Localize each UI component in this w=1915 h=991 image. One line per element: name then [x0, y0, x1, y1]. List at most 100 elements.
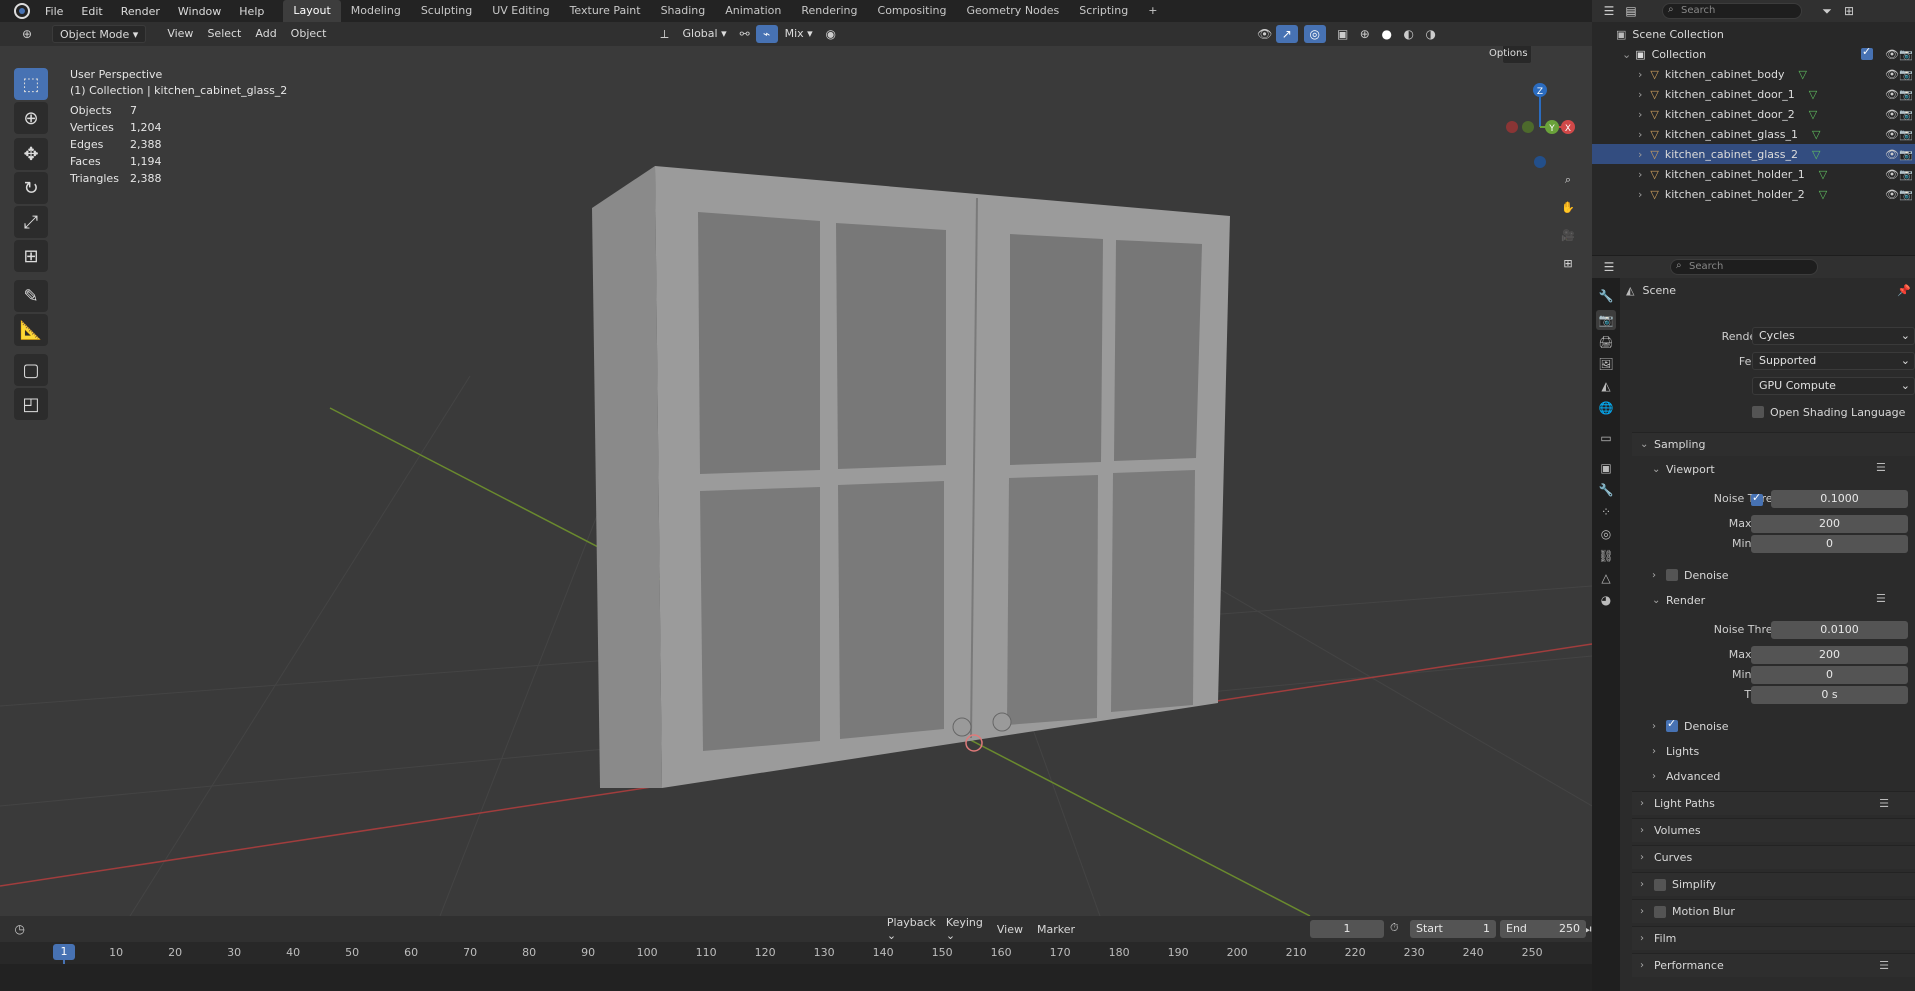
xray-icon[interactable]: ▣	[1332, 25, 1354, 43]
camera-icon[interactable]: 📷	[1899, 68, 1913, 81]
vp-max-samples-field[interactable]: 200	[1751, 515, 1908, 533]
snap-icon[interactable]: ⌁	[755, 25, 778, 43]
timeline-editor-icon[interactable]: ◷	[14, 920, 26, 938]
pivot-icon[interactable]: ⚯	[734, 25, 756, 43]
sampling-panel-header[interactable]: ⌄ Sampling	[1632, 432, 1915, 456]
physics-tab-icon[interactable]: ◎	[1596, 524, 1616, 544]
rotate-tool[interactable]: ↻	[14, 172, 48, 204]
add-cube-tool[interactable]: ▢	[14, 354, 48, 386]
preset-list-icon[interactable]: ☰	[1876, 461, 1886, 474]
filter-icon[interactable]: ⏷	[1816, 2, 1838, 20]
snap-select[interactable]: Mix ▾	[778, 25, 820, 43]
viewport-subpanel-header[interactable]: ⌄ Viewport	[1652, 459, 1715, 479]
cursor-tool[interactable]: ⊕	[14, 102, 48, 134]
outliner-item[interactable]: › ▽ kitchen_cabinet_door_1 ▽ 👁 📷	[1592, 84, 1915, 104]
chevron-right-icon[interactable]: ›	[1638, 168, 1642, 181]
menu-window[interactable]: Window	[169, 5, 230, 18]
tab-geometry-nodes[interactable]: Geometry Nodes	[956, 0, 1069, 22]
add-workspace-button[interactable]: +	[1138, 0, 1167, 22]
motion-blur-panel[interactable]: › Motion Blur	[1632, 899, 1915, 923]
tab-rendering[interactable]: Rendering	[791, 0, 867, 22]
light-paths-panel[interactable]: › Light Paths ☰	[1632, 791, 1915, 815]
eye-icon[interactable]: 👁	[1885, 128, 1899, 141]
r-min-samples-field[interactable]: 0	[1751, 666, 1908, 684]
eye-icon[interactable]: 👁	[1885, 148, 1899, 161]
outliner-collection[interactable]: ⌄ ▣ Collection 👁 📷	[1592, 44, 1915, 64]
transform-orientation-icon[interactable]: ⟂	[654, 25, 676, 43]
ortho-grid-icon[interactable]: ⊞	[1556, 252, 1580, 276]
render-tab-icon[interactable]: 📷	[1596, 310, 1616, 330]
orientation-select[interactable]: Global ▾	[676, 25, 734, 43]
tab-compositing[interactable]: Compositing	[868, 0, 957, 22]
tab-texture-paint[interactable]: Texture Paint	[560, 0, 651, 22]
annotate-tool[interactable]: ✎	[14, 280, 48, 312]
menu-edit[interactable]: Edit	[72, 5, 111, 18]
eye-icon[interactable]: 👁	[1885, 108, 1899, 121]
film-panel[interactable]: › Film	[1632, 926, 1915, 950]
render-subpanel-header[interactable]: ⌄ Render	[1652, 590, 1705, 610]
camera-icon[interactable]: 📷	[1899, 108, 1913, 121]
shading-rendered-icon[interactable]: ◑	[1420, 25, 1442, 43]
add-menu[interactable]: Add	[248, 25, 283, 43]
tab-uv-editing[interactable]: UV Editing	[482, 0, 559, 22]
advanced-subpanel[interactable]: › Advanced	[1652, 766, 1720, 786]
shading-wireframe-icon[interactable]: ⊕	[1354, 25, 1376, 43]
move-tool[interactable]: ✥	[14, 138, 48, 170]
vp-noise-threshold-field[interactable]: 0.1000	[1771, 490, 1908, 508]
camera-icon[interactable]: 📷	[1899, 168, 1913, 181]
scene-tab-icon[interactable]: ◭	[1596, 376, 1616, 396]
vp-denoise-row[interactable]: › Denoise	[1652, 565, 1729, 585]
chevron-down-icon[interactable]: ⌄	[1622, 48, 1631, 61]
editor-type-icon[interactable]: ⊕	[16, 25, 38, 43]
preset-list-icon[interactable]: ☰	[1879, 797, 1889, 810]
options-button[interactable]: Options	[1489, 46, 1532, 64]
osl-checkbox-row[interactable]: Open Shading Language	[1752, 402, 1905, 422]
outliner-scene-collection[interactable]: ▣ Scene Collection	[1592, 24, 1915, 44]
outliner-search-input[interactable]: Search	[1662, 3, 1802, 19]
camera-icon[interactable]: 📷	[1899, 188, 1913, 201]
outliner-item[interactable]: › ▽ kitchen_cabinet_glass_2 ▽ 👁 📷	[1592, 144, 1915, 164]
overlay-toggle-icon[interactable]: ◎	[1303, 25, 1326, 43]
chevron-right-icon[interactable]: ›	[1638, 128, 1642, 141]
mode-select[interactable]: Object Mode ▾	[52, 25, 147, 43]
eye-icon[interactable]: 👁	[1885, 168, 1899, 181]
curves-panel[interactable]: › Curves	[1632, 845, 1915, 869]
tab-sculpting[interactable]: Sculpting	[411, 0, 482, 22]
chevron-right-icon[interactable]: ›	[1638, 188, 1642, 201]
scale-tool[interactable]: ⤢	[14, 206, 48, 238]
zoom-icon[interactable]: ⌕	[1556, 168, 1580, 192]
playback-menu[interactable]: Playback ⌄	[887, 916, 936, 942]
menu-file[interactable]: File	[36, 5, 72, 18]
constraints-tab-icon[interactable]: ⛓	[1596, 546, 1616, 566]
select-menu[interactable]: Select	[200, 25, 248, 43]
r-denoise-row[interactable]: › Denoise	[1652, 716, 1729, 736]
select-box-tool[interactable]: ⬚	[14, 68, 48, 100]
shading-solid-icon[interactable]: ●	[1376, 25, 1398, 43]
display-mode-icon[interactable]: ▤	[1620, 2, 1642, 20]
osl-checkbox[interactable]	[1752, 406, 1764, 418]
view-menu[interactable]: View	[160, 25, 200, 43]
object-menu[interactable]: Object	[284, 25, 334, 43]
modifier-tab-icon[interactable]: 🔧	[1596, 480, 1616, 500]
render-engine-select[interactable]: Cycles ⌄	[1752, 327, 1915, 345]
visibility-icon[interactable]: 👁	[1254, 25, 1276, 43]
r-noise-threshold-field[interactable]: 0.0100	[1771, 621, 1908, 639]
start-frame-field[interactable]: Start 1	[1410, 920, 1496, 938]
chevron-right-icon[interactable]: ›	[1638, 108, 1642, 121]
simplify-panel[interactable]: › Simplify	[1632, 872, 1915, 896]
current-frame-field[interactable]: 1	[1310, 920, 1384, 938]
new-collection-icon[interactable]: ⊞	[1838, 2, 1860, 20]
vp-noise-threshold-checkbox[interactable]	[1751, 491, 1763, 506]
camera-icon[interactable]: 📷	[1899, 128, 1913, 141]
outliner-editor-icon[interactable]: ☰	[1598, 2, 1620, 20]
eye-icon[interactable]: 👁	[1885, 88, 1899, 101]
preset-list-icon[interactable]: ☰	[1876, 592, 1886, 605]
simplify-checkbox[interactable]	[1654, 878, 1666, 891]
volumes-panel[interactable]: › Volumes	[1632, 818, 1915, 842]
tab-shading[interactable]: Shading	[651, 0, 716, 22]
collection-checkbox[interactable]	[1861, 45, 1873, 60]
camera-icon[interactable]: 📷	[1899, 148, 1913, 161]
properties-search-input[interactable]: Search	[1670, 259, 1818, 275]
marker-menu[interactable]: Marker	[1037, 923, 1075, 936]
chevron-right-icon[interactable]: ›	[1638, 88, 1642, 101]
